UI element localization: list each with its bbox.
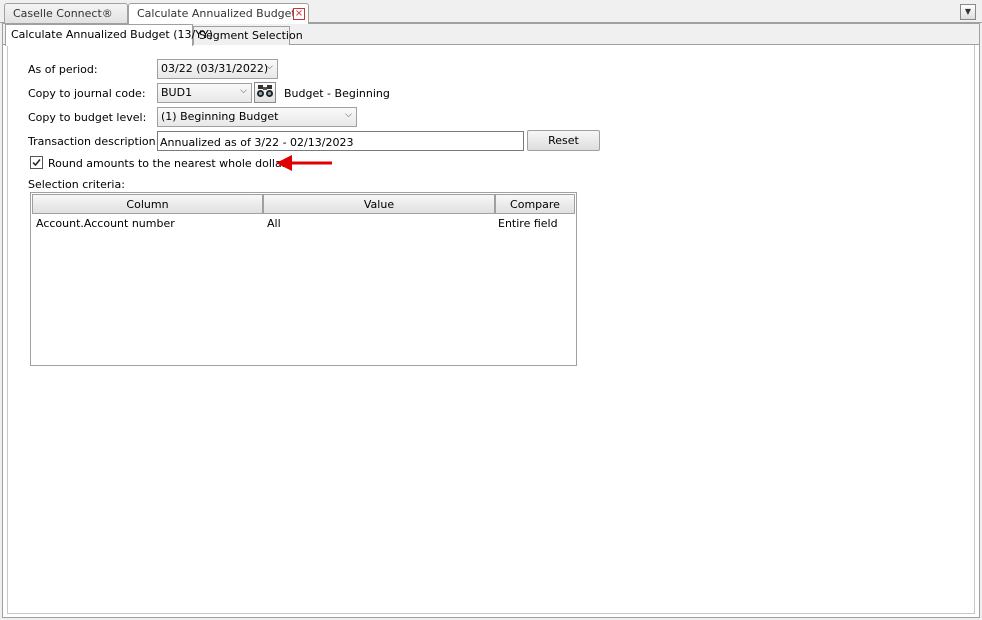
annotation-arrow-icon bbox=[276, 155, 332, 171]
doc-tab-label: Calculate Annualized Budget... bbox=[137, 7, 307, 20]
grid-header: Column Value Compare bbox=[32, 194, 575, 214]
binoculars-icon bbox=[257, 85, 273, 97]
chevron-down-icon: ⌵ bbox=[345, 110, 352, 120]
doc-tab-caselle-connect[interactable]: Caselle Connect® bbox=[4, 3, 128, 23]
doc-tab-label: Caselle Connect® bbox=[13, 7, 113, 20]
budget-level-label: Copy to budget level: bbox=[28, 111, 147, 124]
column-header-value[interactable]: Value bbox=[263, 194, 495, 214]
round-amounts-checkbox[interactable] bbox=[30, 156, 43, 169]
column-header-compare[interactable]: Compare bbox=[495, 194, 575, 214]
chevron-down-icon: ⌵ bbox=[266, 62, 273, 72]
round-amounts-label: Round amounts to the nearest whole dolla… bbox=[48, 157, 287, 170]
cell-compare: Entire field bbox=[498, 217, 558, 230]
checkmark-icon bbox=[32, 159, 41, 167]
transaction-description-label: Transaction description: bbox=[28, 135, 160, 148]
selection-criteria-grid[interactable]: Column Value Compare Account.Account num… bbox=[30, 192, 577, 366]
sub-tab-strip: Calculate Annualized Budget (13/YY) Segm… bbox=[3, 24, 979, 46]
cell-value: All bbox=[267, 217, 281, 230]
as-of-period-value: 03/22 (03/31/2022) bbox=[161, 62, 269, 75]
close-tab-icon[interactable]: × bbox=[293, 8, 305, 20]
budget-level-value: (1) Beginning Budget bbox=[161, 110, 279, 123]
main-panel: Calculate Annualized Budget (13/YY) Segm… bbox=[2, 23, 980, 618]
reset-button[interactable]: Reset bbox=[527, 130, 600, 151]
tab-calculate-annualized-budget[interactable]: Calculate Annualized Budget (13/YY) bbox=[5, 24, 213, 46]
doc-tab-calculate-annualized-budget[interactable]: Calculate Annualized Budget... × bbox=[128, 3, 309, 24]
cell-column: Account.Account number bbox=[36, 217, 175, 230]
form-content: As of period: 03/22 (03/31/2022) ⌵ Copy … bbox=[7, 45, 975, 614]
chevron-down-icon: ⌵ bbox=[240, 86, 247, 96]
column-header-column[interactable]: Column bbox=[32, 194, 263, 214]
journal-code-select[interactable]: BUD1 ⌵ bbox=[157, 83, 252, 103]
transaction-description-input[interactable] bbox=[157, 131, 524, 151]
selection-criteria-label: Selection criteria: bbox=[28, 178, 125, 191]
journal-code-label: Copy to journal code: bbox=[28, 87, 146, 100]
as-of-period-select[interactable]: 03/22 (03/31/2022) ⌵ bbox=[157, 59, 278, 79]
budget-level-select[interactable]: (1) Beginning Budget ⌵ bbox=[157, 107, 357, 127]
as-of-period-label: As of period: bbox=[28, 63, 98, 76]
tab-list-dropdown-icon[interactable]: ▼ bbox=[960, 4, 976, 20]
table-row[interactable]: Account.Account number All Entire field bbox=[32, 215, 575, 233]
journal-code-value: BUD1 bbox=[161, 86, 193, 99]
tab-label: Segment Selection bbox=[199, 29, 303, 42]
document-tab-strip: Caselle Connect® Calculate Annualized Bu… bbox=[0, 0, 982, 24]
journal-code-lookup-button[interactable] bbox=[254, 82, 276, 103]
journal-code-description: Budget - Beginning bbox=[284, 87, 390, 100]
tab-label: Calculate Annualized Budget (13/YY) bbox=[11, 28, 213, 41]
